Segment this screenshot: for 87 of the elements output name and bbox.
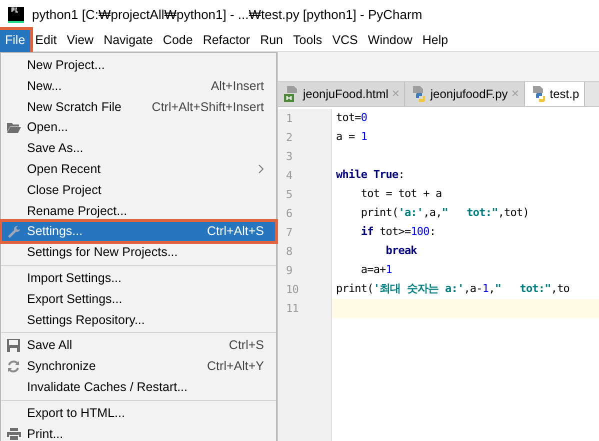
menu-label: Open... xyxy=(27,119,68,136)
python-file-icon xyxy=(411,86,428,102)
menu-label: Rename Project... xyxy=(27,202,128,220)
code-line: tot = tot + a xyxy=(360,186,442,202)
line-number: 6 xyxy=(278,204,332,223)
menu-entry[interactable]: Settings for New Projects... xyxy=(1,242,276,263)
editor-tab[interactable]: jeonjuFood.html ✕ xyxy=(278,82,406,106)
menu-entry[interactable]: Close Project xyxy=(1,180,276,201)
editor-tab[interactable]: test.p xyxy=(524,82,586,106)
menu-entry[interactable]: New Scratch File Ctrl+Alt+Shift+Insert xyxy=(1,96,276,118)
menu-item[interactable]: Refactor xyxy=(198,30,256,52)
app-logo-icon xyxy=(8,7,24,23)
line-number: 3 xyxy=(278,147,332,166)
editor-tab[interactable]: jeonjufoodF.py ✕ xyxy=(405,82,525,106)
menu-entry[interactable]: Settings Repository... xyxy=(1,310,276,330)
menu-entry[interactable]: Export to HTML... xyxy=(1,402,276,424)
menu-item[interactable]: Run xyxy=(255,30,288,52)
menu-label: New... xyxy=(27,78,62,95)
menu-item[interactable]: Help xyxy=(417,30,454,52)
folder-icon xyxy=(7,122,21,134)
code-line: a = 1 xyxy=(335,129,368,146)
line-number: 7 xyxy=(278,223,332,242)
tab-label: jeonjuFood.html xyxy=(303,86,388,103)
menu-item[interactable]: Tools xyxy=(288,30,328,52)
line-number: 9 xyxy=(278,261,332,280)
menu-entry[interactable]: Synchronize Ctrl+Alt+Y xyxy=(1,356,276,377)
wrench-icon xyxy=(7,224,21,239)
shortcut-label: Ctrl+Alt+S xyxy=(207,223,264,240)
code-line: while True: xyxy=(335,167,404,184)
menu-label: Invalidate Caches / Restart... xyxy=(27,378,188,396)
menu-entry[interactable]: Save All Ctrl+S xyxy=(1,335,276,356)
code-line: tot=0 xyxy=(335,110,368,126)
menu-label: Settings... xyxy=(27,223,83,240)
line-number: 1 xyxy=(278,109,332,128)
html-file-icon xyxy=(284,86,300,102)
tab-label: test.p xyxy=(550,86,580,103)
code-line: break xyxy=(384,243,417,260)
code-line: print('a:',a," tot:",tot) xyxy=(360,205,529,222)
menu-label: New Project... xyxy=(27,57,105,74)
menu-label: Print... xyxy=(27,426,64,441)
menu-label: New Scratch File xyxy=(27,98,122,116)
menu-label: Synchronize xyxy=(27,358,96,376)
menu-item[interactable]: Code xyxy=(158,30,198,52)
menu-item[interactable]: View xyxy=(62,30,99,52)
menu-entry[interactable]: Save As... xyxy=(1,138,276,159)
menu-entry[interactable]: Settings... Ctrl+Alt+S xyxy=(1,221,276,242)
menu-entry[interactable]: New... Alt+Insert xyxy=(1,76,276,97)
menu-item[interactable]: File xyxy=(0,30,30,52)
shortcut-label: Ctrl+Alt+Shift+Insert xyxy=(152,98,264,116)
menu-label: Close Project xyxy=(27,182,102,199)
menu-item[interactable]: Window xyxy=(362,30,418,52)
menu-entry[interactable]: Import Settings... xyxy=(1,268,276,289)
shortcut-label: Ctrl+Alt+Y xyxy=(207,358,264,376)
line-number: 4 xyxy=(278,166,332,185)
menu-entry[interactable]: Export Settings... xyxy=(1,288,276,310)
menu-entry[interactable]: Rename Project... xyxy=(1,200,276,222)
shortcut-label: Ctrl+S xyxy=(228,337,264,354)
menu-entry[interactable]: Open... xyxy=(1,117,276,138)
menu-label: Save All xyxy=(27,337,72,354)
window-title: python1 [C:₩projectAll₩python1] - ...₩test.py [python1] - PyCharm xyxy=(32,6,422,24)
menu-entry[interactable]: Invalidate Caches / Restart... xyxy=(1,376,276,398)
shortcut-label: Alt+Insert xyxy=(210,78,264,95)
sync-icon xyxy=(7,360,20,374)
menu-entry[interactable]: Open Recent xyxy=(1,158,276,180)
code-line: print('최대 숫자는 a:',a-1," tot:",to xyxy=(335,281,570,298)
tab-label: jeonjufoodF.py xyxy=(430,86,508,103)
menu-entry[interactable]: Print... xyxy=(1,424,276,441)
code-line: a=a+1 xyxy=(360,262,392,278)
menu-label: Settings for New Projects... xyxy=(27,244,178,262)
menu-item[interactable]: Edit xyxy=(30,30,62,52)
menu-item[interactable]: Navigate xyxy=(98,30,158,52)
menu-label: Export Settings... xyxy=(27,290,122,308)
code-line: if tot>=100: xyxy=(360,224,436,240)
line-number: 5 xyxy=(278,185,332,204)
line-number: 2 xyxy=(278,128,332,147)
menu-label: Import Settings... xyxy=(27,270,122,287)
menu-label: Save As... xyxy=(27,140,84,158)
line-number: 8 xyxy=(278,242,332,261)
menu-label: Settings Repository... xyxy=(27,312,145,329)
menu-label: Export to HTML... xyxy=(27,404,125,422)
python-file-icon xyxy=(530,86,547,102)
line-number: 10 xyxy=(278,280,332,299)
printer-icon xyxy=(7,428,21,440)
line-number: 11 xyxy=(278,299,332,318)
menu-entry[interactable]: New Project... xyxy=(1,55,276,76)
menu-item[interactable]: VCS xyxy=(327,30,363,52)
menu-label: Open Recent xyxy=(27,161,101,178)
